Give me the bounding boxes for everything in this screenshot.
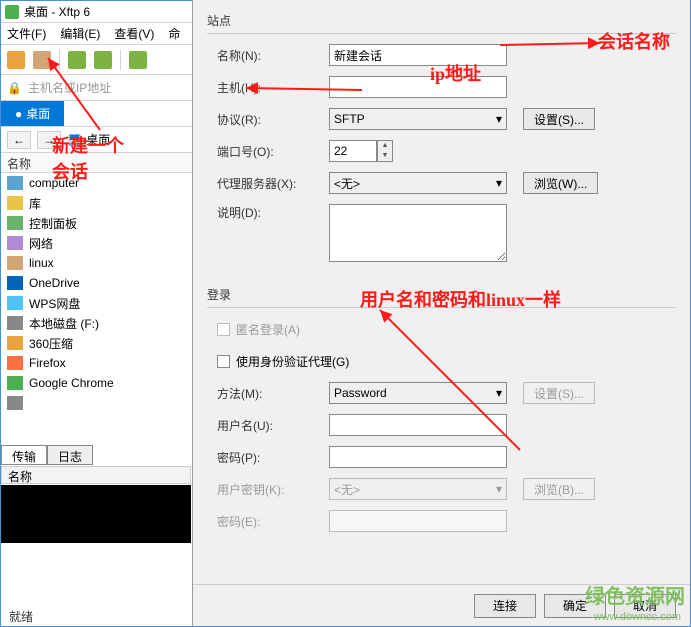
label-protocol: 协议(R): [217,111,329,128]
separator [120,50,121,70]
tab-log[interactable]: 日志 [47,445,93,465]
menu-file[interactable]: 文件(F) [7,25,46,42]
name-field[interactable] [329,44,507,66]
port-field[interactable] [329,140,377,162]
file-icon [7,316,23,330]
method-select[interactable]: Password▾ [329,382,507,404]
file-icon [7,276,23,290]
separator [59,50,60,70]
proxy-browse-button[interactable]: 浏览(W)... [523,172,598,194]
file-icon [7,296,23,310]
menu-edit[interactable]: 编辑(E) [60,25,100,42]
connect-button[interactable]: 连接 [474,594,536,618]
label-password: 密码(P): [217,449,329,466]
group-login: 登录 [207,282,676,307]
password2-field [329,510,507,532]
chevron-down-icon: ▾ [496,112,502,126]
watermark-url: www.downcc.com [594,611,681,623]
userkey-select: <无>▾ [329,478,507,500]
port-stepper[interactable]: ▲▼ [377,140,393,162]
status-bar: 就绪 [1,606,41,626]
label-username: 用户名(U): [217,417,329,434]
method-settings-button: 设置(S)... [523,382,595,404]
connect-icon[interactable] [68,51,86,69]
label-port: 端口号(O): [217,143,329,160]
session-dialog: 站点 名称(N): 主机(H): 协议(R): SFTP▾ 设置(S)... 端… [192,0,690,626]
anonymous-checkbox[interactable] [217,323,230,336]
label-userkey: 用户密钥(K): [217,481,329,498]
file-icon [7,236,23,250]
label-anonymous: 匿名登录(A) [236,321,300,338]
file-icon [7,216,23,230]
forward-button[interactable]: → [37,131,61,149]
window-title: 桌面 - Xftp 6 [24,3,90,20]
chevron-down-icon: ▾ [496,482,502,496]
watermark-title: 绿色资源网 [585,580,685,609]
lock-icon: 🔒 [7,81,22,95]
tab-transfer[interactable]: 传输 [1,445,47,465]
transfer-header-name[interactable]: 名称 [1,466,191,484]
app-icon [5,5,19,19]
protocol-select[interactable]: SFTP▾ [329,108,507,130]
back-button[interactable]: ← [7,131,31,149]
username-field[interactable] [329,414,507,436]
transfer-panel [1,485,191,543]
sync-icon[interactable] [129,51,147,69]
file-icon [7,336,23,350]
description-field[interactable] [329,204,507,262]
label-name: 名称(N): [217,47,329,64]
proxy-select[interactable]: <无>▾ [329,172,507,194]
label-method: 方法(M): [217,385,329,402]
file-icon [7,256,23,270]
desktop-icon: 🖥 [67,133,82,147]
open-icon[interactable] [33,51,51,69]
menu-more[interactable]: 命 [168,25,180,42]
file-icon [7,376,23,390]
protocol-settings-button[interactable]: 设置(S)... [523,108,595,130]
file-icon [7,356,23,370]
address-input[interactable]: 主机名或IP地址 [28,79,111,96]
label-proxy: 代理服务器(X): [217,175,329,192]
label-agent: 使用身份验证代理(G) [236,353,349,370]
userkey-browse-button: 浏览(B)... [523,478,595,500]
agent-checkbox[interactable] [217,355,230,368]
new-session-icon[interactable] [7,51,25,69]
menu-view[interactable]: 查看(V) [114,25,154,42]
group-site: 站点 [207,8,676,33]
chevron-down-icon: ▾ [496,176,502,190]
label-password2: 密码(E): [217,513,329,530]
label-description: 说明(D): [217,204,329,221]
transfer-icon[interactable] [94,51,112,69]
chevron-down-icon: ▾ [496,386,502,400]
file-icon [7,176,23,190]
password-field[interactable] [329,446,507,468]
label-host: 主机(H): [217,79,329,96]
host-field[interactable] [329,76,507,98]
bottom-tabs: 传输 日志 [1,445,93,465]
file-icon [7,196,23,210]
tab-desktop[interactable]: ● 桌面 [1,101,64,126]
breadcrumb[interactable]: 🖥 桌面 [67,131,110,148]
file-icon [7,396,23,410]
